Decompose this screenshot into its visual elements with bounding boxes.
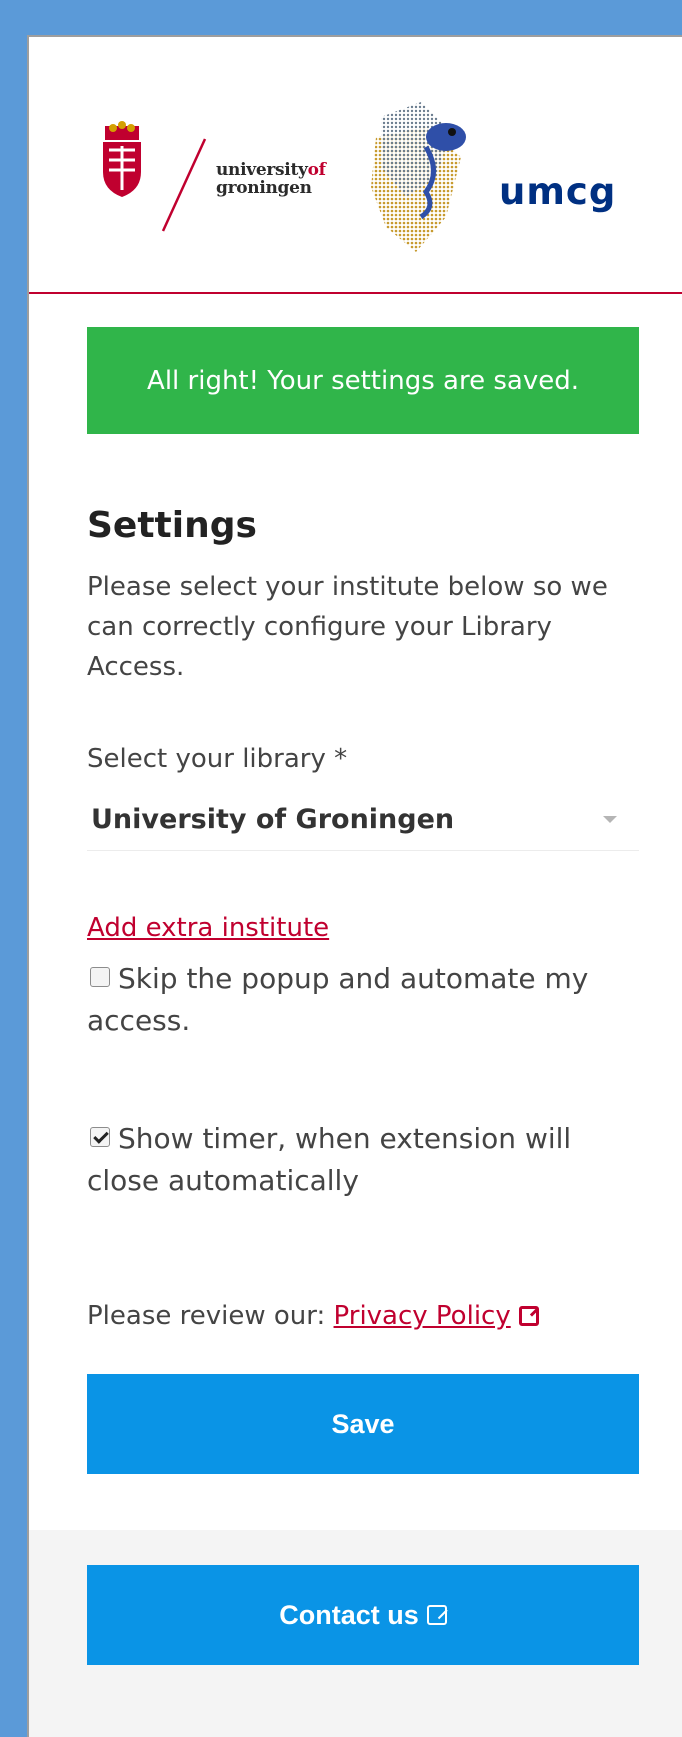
library-select[interactable]: University of Groningen — [87, 789, 639, 851]
privacy-policy-link[interactable]: Privacy Policy — [334, 1301, 511, 1331]
success-alert: All right! Your settings are saved. — [87, 327, 639, 434]
frog-illustration-icon — [371, 102, 466, 252]
skip-popup-label: Skip the popup and automate my access. — [87, 962, 589, 1037]
privacy-notice: Please review our: Privacy Policy — [87, 1301, 539, 1331]
university-crest-icon — [103, 121, 141, 197]
show-timer-option[interactable]: Show timer, when extension will close au… — [87, 1118, 647, 1202]
page-title: Settings — [87, 505, 257, 546]
show-timer-label: Show timer, when extension will close au… — [87, 1122, 572, 1197]
library-select-label: Select your library * — [87, 744, 348, 774]
contact-us-button[interactable]: Contact us — [87, 1565, 639, 1665]
library-select-value: University of Groningen — [91, 804, 455, 835]
contact-us-label: Contact us — [279, 1599, 419, 1630]
show-timer-checkbox[interactable] — [90, 1127, 110, 1147]
add-extra-institute-link[interactable]: Add extra institute — [87, 913, 329, 943]
university-of-groningen-logo: universityof groningen — [216, 160, 326, 198]
external-link-icon — [426, 1605, 447, 1625]
skip-popup-checkbox[interactable] — [90, 967, 110, 987]
external-link-icon[interactable] — [518, 1306, 539, 1326]
umcg-logo: umcg — [499, 170, 617, 213]
chevron-down-icon — [603, 816, 617, 823]
settings-description: Please select your institute below so we… — [87, 572, 608, 682]
logo-divider — [161, 138, 207, 232]
save-button[interactable]: Save — [87, 1374, 639, 1474]
header: universityof groningen umcg — [29, 37, 682, 294]
privacy-prefix: Please review our: — [87, 1301, 326, 1331]
skip-popup-option[interactable]: Skip the popup and automate my access. — [87, 958, 647, 1042]
extension-popup: universityof groningen umcg All right! Y… — [27, 35, 682, 1737]
